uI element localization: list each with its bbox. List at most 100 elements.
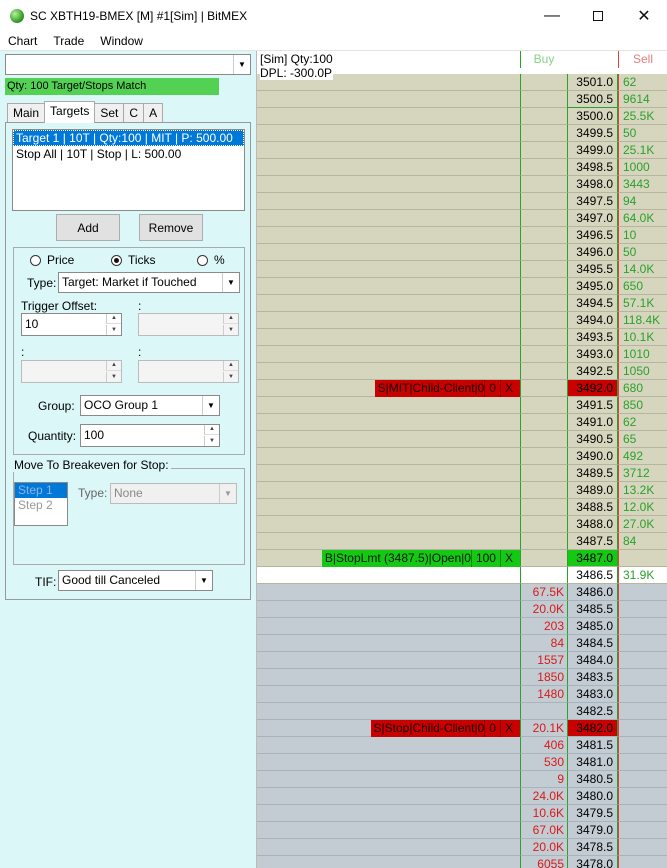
bid-size-cell[interactable]: 20.1K [520, 720, 567, 737]
order-cell[interactable] [257, 142, 520, 159]
ask-size-cell[interactable]: 1000 [618, 159, 667, 176]
dom-row[interactable]: 3489.0 13.2K [257, 482, 667, 499]
bid-size-cell[interactable]: 84 [520, 635, 567, 652]
ask-size-cell[interactable] [618, 754, 667, 771]
order-cell[interactable] [257, 108, 520, 125]
bid-size-cell[interactable] [520, 193, 567, 210]
menu-trade[interactable]: Trade [45, 34, 92, 48]
working-order-tag[interactable]: S|Stop|Child-Client|0 0 X [370, 720, 520, 737]
order-cell[interactable] [257, 703, 520, 720]
bid-size-cell[interactable] [520, 295, 567, 312]
ask-size-cell[interactable] [618, 618, 667, 635]
ask-size-cell[interactable]: 50 [618, 125, 667, 142]
dom-row[interactable]: 3500.0 25.5K [257, 108, 667, 125]
ask-size-cell[interactable]: 3712 [618, 465, 667, 482]
maximize-button[interactable] [575, 0, 621, 31]
dom-row[interactable]: 3493.0 1010 [257, 346, 667, 363]
dom-row[interactable]: 3496.0 50 [257, 244, 667, 261]
dom-row[interactable]: 6055 3478.0 [257, 856, 667, 868]
dom-row[interactable]: 3488.0 27.0K [257, 516, 667, 533]
dom-row[interactable]: 3497.5 94 [257, 193, 667, 210]
tab-c[interactable]: C [123, 103, 145, 123]
dom-row[interactable]: 3494.5 57.1K [257, 295, 667, 312]
dom-row[interactable]: 67.0K 3479.0 [257, 822, 667, 839]
dom-row[interactable]: 3491.0 62 [257, 414, 667, 431]
order-cell[interactable] [257, 312, 520, 329]
bid-size-cell[interactable]: 10.6K [520, 805, 567, 822]
list-item[interactable]: Step 2 [15, 498, 67, 513]
dom-row[interactable]: 3488.5 12.0K [257, 499, 667, 516]
order-cell[interactable] [257, 244, 520, 261]
dom-row[interactable]: 406 3481.5 [257, 737, 667, 754]
working-order-tag[interactable]: S|MIT|Child-Client|0 0 X [374, 380, 520, 397]
bid-size-cell[interactable]: 20.0K [520, 601, 567, 618]
bid-size-cell[interactable]: 530 [520, 754, 567, 771]
bid-size-cell[interactable] [520, 210, 567, 227]
dom-row[interactable]: 3493.5 10.1K [257, 329, 667, 346]
ask-size-cell[interactable]: 118.4K [618, 312, 667, 329]
dom-row[interactable]: 3495.5 14.0K [257, 261, 667, 278]
dom-row[interactable]: 3490.5 65 [257, 431, 667, 448]
dom-row[interactable]: S|MIT|Child-Client|0 0 X 3492.0 680 [257, 380, 667, 397]
tab-targets[interactable]: Targets [44, 101, 96, 123]
order-cell[interactable] [257, 635, 520, 652]
dom-row[interactable]: 3487.5 84 [257, 533, 667, 550]
ask-size-cell[interactable] [618, 550, 667, 567]
dom-row[interactable]: 3500.5 9614 [257, 91, 667, 108]
bid-size-cell[interactable] [520, 227, 567, 244]
ask-size-cell[interactable] [618, 788, 667, 805]
cancel-order-button[interactable]: X [499, 550, 517, 567]
chevron-down-icon[interactable]: ▼ [233, 55, 250, 74]
minimize-button[interactable]: — [529, 0, 575, 31]
chevron-down-icon[interactable]: ▼ [202, 396, 219, 415]
ask-size-cell[interactable] [618, 839, 667, 856]
bid-size-cell[interactable] [520, 482, 567, 499]
radio-ticks[interactable]: Ticks [111, 253, 156, 267]
dom-row[interactable]: 20.0K 3485.5 [257, 601, 667, 618]
working-order-tag[interactable]: B|StopLmt (3487.5)|Open|0 100 X [321, 550, 520, 567]
chevron-down-icon[interactable]: ▼ [222, 273, 239, 292]
dom-row[interactable]: 3499.5 50 [257, 125, 667, 142]
ask-size-cell[interactable] [618, 703, 667, 720]
order-cell[interactable] [257, 125, 520, 142]
bid-size-cell[interactable]: 1557 [520, 652, 567, 669]
order-cell[interactable] [257, 584, 520, 601]
ask-size-cell[interactable] [618, 669, 667, 686]
steps-list[interactable]: Step 1 Step 2 [14, 482, 68, 526]
extra-offset-input-2[interactable]: ▲ ▼ [138, 360, 239, 383]
bid-size-cell[interactable] [520, 346, 567, 363]
order-cell[interactable] [257, 482, 520, 499]
dom-row[interactable]: 20.0K 3478.5 [257, 839, 667, 856]
ask-size-cell[interactable] [618, 856, 667, 868]
order-cell[interactable] [257, 363, 520, 380]
bid-size-cell[interactable]: 1850 [520, 669, 567, 686]
bid-size-cell[interactable] [520, 261, 567, 278]
dom-row[interactable]: S|Stop|Child-Client|0 0 X 20.1K 3482.0 [257, 720, 667, 737]
order-cell[interactable] [257, 448, 520, 465]
order-cell[interactable] [257, 210, 520, 227]
ask-size-cell[interactable]: 31.9K [618, 567, 667, 584]
chevron-down-icon[interactable]: ▼ [219, 484, 236, 503]
dom-row[interactable]: 3494.0 118.4K [257, 312, 667, 329]
ask-size-cell[interactable] [618, 686, 667, 703]
bid-size-cell[interactable] [520, 278, 567, 295]
secondary-offset-input[interactable]: ▲ ▼ [138, 313, 239, 336]
dom-row[interactable]: 1557 3484.0 [257, 652, 667, 669]
target-list-item[interactable]: Target 1 | 10T | Qty:100 | MIT | P: 500.… [13, 130, 244, 146]
target-list-item[interactable]: Stop All | 10T | Stop | L: 500.00 [13, 146, 244, 162]
bid-size-cell[interactable] [520, 550, 567, 567]
spin-down-icon[interactable]: ▼ [223, 325, 238, 335]
ask-size-cell[interactable]: 680 [618, 380, 667, 397]
ask-size-cell[interactable]: 3443 [618, 176, 667, 193]
order-cell[interactable] [257, 176, 520, 193]
ask-size-cell[interactable]: 10.1K [618, 329, 667, 346]
spin-down-icon[interactable]: ▼ [223, 372, 238, 382]
dom-row[interactable]: B|StopLmt (3487.5)|Open|0 100 X 3487.0 [257, 550, 667, 567]
order-cell[interactable]: S|Stop|Child-Client|0 0 X [257, 720, 520, 737]
menu-window[interactable]: Window [92, 34, 151, 48]
bid-size-cell[interactable] [520, 499, 567, 516]
dom-row[interactable]: 84 3484.5 [257, 635, 667, 652]
ask-size-cell[interactable] [618, 601, 667, 618]
ask-size-cell[interactable]: 84 [618, 533, 667, 550]
order-cell[interactable] [257, 618, 520, 635]
